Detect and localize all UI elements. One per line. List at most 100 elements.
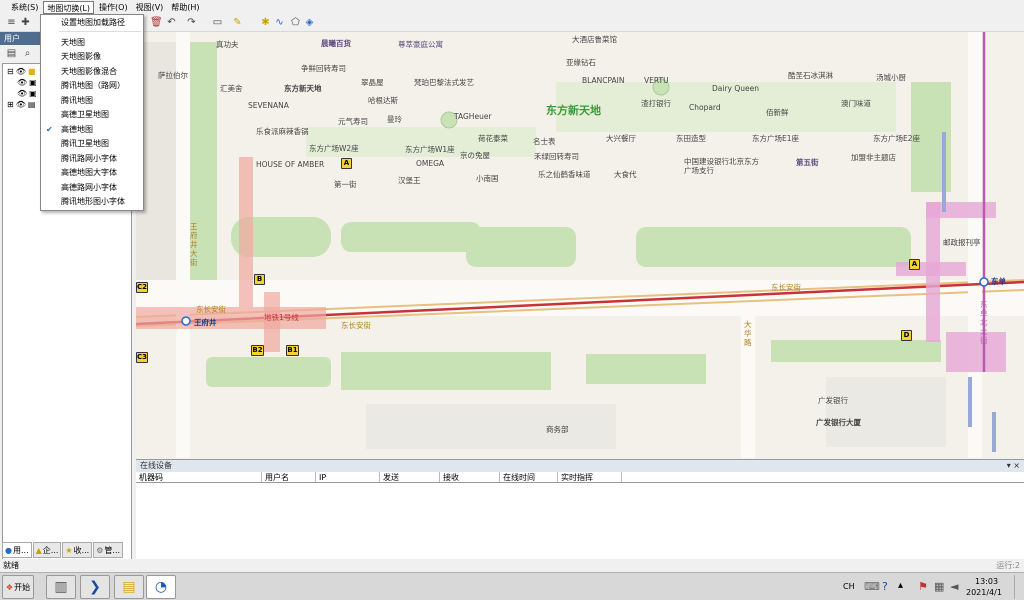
ime-indicator[interactable]: CH [843, 582, 855, 591]
map-label: 东方广场E2座 [873, 134, 921, 143]
park-area [636, 227, 911, 267]
menu-item-gaode-large-font[interactable]: 高德地图大字体 [41, 166, 143, 180]
menu-item-tianditu-hybrid[interactable]: 天地图影像混合 [41, 65, 143, 79]
map-label: 商务部 [546, 425, 569, 434]
map-label: 东长安街 [196, 305, 226, 314]
measure-icon[interactable]: ◈ [304, 17, 315, 28]
eye-icon[interactable]: 👁 [16, 99, 26, 110]
rectangle-icon[interactable]: ▭ [212, 17, 223, 28]
help-icon[interactable]: ? [882, 580, 888, 593]
map-label: 梵珀巴黎法式发艺 [414, 78, 474, 87]
map-label: BLANCPAIN [582, 76, 625, 85]
start-button[interactable]: ❖ 开始 [2, 575, 34, 599]
subway-station-icon[interactable] [181, 316, 191, 326]
map-label: 地铁1号线 [264, 313, 299, 322]
tree-node-child[interactable]: 👁 ▣ [17, 88, 37, 99]
menu-map-switch[interactable]: 地图切换(L) [43, 0, 95, 14]
tree-node-child[interactable]: 👁 ▣ [17, 77, 37, 88]
subway-passage [942, 132, 946, 212]
polygon-icon[interactable]: ⬠ [290, 17, 301, 28]
station-exit-tag[interactable]: B2 [251, 345, 264, 356]
explorer-folder-icon[interactable]: ▤ [114, 575, 144, 599]
menu-item-set-map-path[interactable]: 设置地图加载路径 [41, 16, 143, 30]
menu-item-tencent-road[interactable]: 腾讯地图（路网） [41, 79, 143, 93]
close-icon[interactable]: ▾ × [1007, 460, 1020, 472]
station-exit-tag[interactable]: C3 [136, 352, 148, 363]
menu-item-tianditu[interactable]: 天地图 [41, 36, 143, 50]
subway-station-icon[interactable] [979, 277, 989, 287]
menu-view[interactable]: 视图(V) [133, 1, 167, 14]
station-exit-tag[interactable]: B1 [286, 345, 299, 356]
column-header[interactable]: 接收 [440, 472, 500, 482]
column-header[interactable]: 在线时间 [500, 472, 558, 482]
column-header[interactable]: 发送 [380, 472, 440, 482]
search-icon[interactable]: ⌕ [22, 48, 33, 59]
star-icon[interactable]: ✱ [260, 17, 271, 28]
folder-icon: ■ [27, 67, 36, 76]
menu-item-tencent-road-small[interactable]: 腾讯路网小字体 [41, 152, 143, 166]
menu-item-gaode-road-small[interactable]: 高德路网小字体 [41, 181, 143, 195]
tree-node-group[interactable]: ⊞ 👁 ▤ [7, 99, 35, 110]
map-label: 萨拉伯尔 [158, 71, 188, 80]
polyline-icon[interactable]: ∿ [274, 17, 285, 28]
map-label: 晨曦百货 [321, 39, 351, 48]
station-exit-tag[interactable]: A [341, 158, 352, 169]
gear-icon: ⚙ [96, 545, 104, 555]
tab-favorites[interactable]: ★ 收... [62, 542, 93, 558]
pencil-icon[interactable]: ✎ [232, 17, 243, 28]
map-label: 争鲜回转寿司 [301, 64, 346, 73]
column-header[interactable]: 实时指挥 [558, 472, 622, 482]
redo-icon[interactable]: ↷ [186, 17, 197, 28]
map-label: 元气寿司 [338, 117, 368, 126]
menu-system[interactable]: 系统(S) [8, 1, 41, 14]
flag-icon[interactable]: ⚑ [918, 580, 928, 593]
menu-item-tencent-satellite[interactable]: 腾讯卫星地图 [41, 137, 143, 151]
expand-icon[interactable]: ⊞ [7, 99, 14, 110]
subway-passage [992, 412, 996, 452]
menu-item-gaode-satellite[interactable]: 高德卫星地图 [41, 108, 143, 122]
collapse-icon[interactable]: ⊟ [7, 66, 14, 77]
undo-icon[interactable]: ↶ [166, 17, 177, 28]
station-exit-tag[interactable]: B [254, 274, 265, 285]
map-view[interactable]: 真功夫 晨曦百货 尊萃豪庭公寓 大酒店鲁菜馆 萨拉伯尔 争鲜回转寿司 翠晶屋 梵… [136, 32, 1024, 458]
grid-icon[interactable]: ≡ [6, 17, 17, 28]
column-header[interactable]: 用户名 [262, 472, 316, 482]
map-area-title: 东方新天地 [546, 104, 601, 117]
column-header[interactable]: IP [316, 472, 380, 482]
station-exit-tag[interactable]: D [901, 330, 912, 341]
tab-enterprise[interactable]: ▲ 企... [32, 542, 62, 558]
clock-time[interactable]: 13:03 [975, 577, 998, 586]
menu-item-tencent-map[interactable]: 腾讯地图 [41, 94, 143, 108]
tree-node-root[interactable]: ⊟ 👁 ■ [7, 66, 35, 77]
clock-date[interactable]: 2021/4/1 [966, 588, 1002, 597]
tab-users[interactable]: ● 用... [2, 542, 32, 558]
station-exit-tag[interactable]: C2 [136, 282, 148, 293]
powershell-icon[interactable]: ❯ [80, 575, 110, 599]
speaker-icon[interactable]: ◄ [950, 580, 958, 593]
menu-item-tencent-terrain-small[interactable]: 腾讯地形图小字体 [41, 195, 143, 209]
keyboard-icon[interactable]: ⌨ [864, 580, 880, 593]
menu-operation[interactable]: 操作(O) [96, 1, 131, 14]
menu-help[interactable]: 帮助(H) [168, 1, 202, 14]
tab-manage[interactable]: ⚙ 管... [93, 542, 124, 558]
server-manager-icon[interactable]: ▥ [46, 575, 76, 599]
menu-item-tianditu-image[interactable]: 天地图影像 [41, 50, 143, 64]
folder-icon[interactable]: ▤ [6, 48, 17, 59]
wangfujing-street [176, 32, 190, 458]
building-icon: ▲ [35, 545, 42, 555]
column-header[interactable]: 机器码 [136, 472, 262, 482]
station-exit-tag[interactable]: A [909, 259, 920, 270]
show-desktop-button[interactable] [1014, 575, 1022, 599]
tray-expand-icon[interactable]: ▴ [898, 580, 903, 591]
eye-icon[interactable]: 👁 [16, 66, 26, 77]
network-icon[interactable]: ▦ [934, 580, 944, 593]
pan-icon[interactable]: ✚ [20, 17, 31, 28]
app-icon[interactable]: ◔ [146, 575, 176, 599]
menu-item-gaode-map[interactable]: ✔ 高德地图 [41, 123, 143, 137]
map-label: 加盟非主题店 [851, 153, 896, 162]
eye-icon[interactable]: 👁 [17, 77, 27, 88]
eye-icon[interactable]: 👁 [17, 88, 27, 99]
status-running: 运行:2 [996, 561, 1020, 570]
map-label: 乐之仙鹤香味道 [538, 170, 591, 179]
delete-icon[interactable]: 🗑 [150, 17, 163, 28]
